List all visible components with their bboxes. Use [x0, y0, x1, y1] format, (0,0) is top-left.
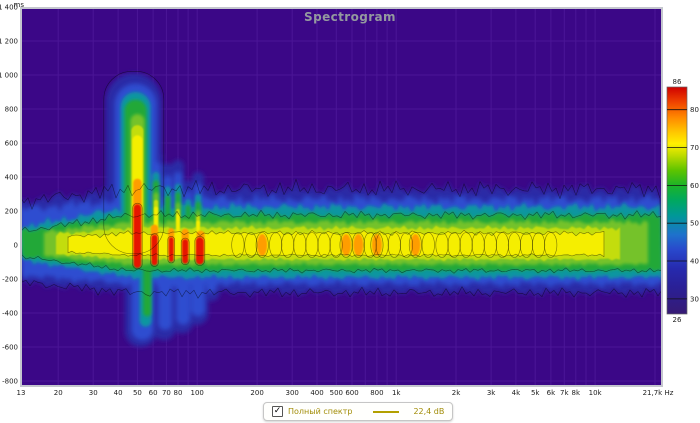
x-tick-label: 200 — [250, 389, 263, 397]
hotspot-oval — [257, 234, 267, 256]
x-tick-label: 4k — [512, 389, 521, 397]
plume-red — [152, 235, 158, 266]
plume-red — [169, 237, 174, 262]
x-tick-label: 20 — [54, 389, 63, 397]
x-tick-label: 50 — [133, 389, 142, 397]
y-tick-label: 1 400 — [0, 3, 18, 11]
x-tick-label: 8k — [572, 389, 581, 397]
y-tick-label: -800 — [2, 377, 18, 385]
x-tick-label: 13 — [17, 389, 26, 397]
colorbar-max-label: 86 — [673, 78, 682, 86]
x-tick-label: 800 — [370, 389, 383, 397]
y-axis-labels: 1 400 1 200 1 000 800 600 400 200 0 -200 -400 -600… — [0, 3, 18, 385]
colorbar-tick-label: 70 — [690, 144, 699, 152]
plume-red — [134, 204, 142, 268]
series-color-swatch — [373, 411, 399, 413]
x-tick-label: 3k — [487, 389, 496, 397]
hotspot-oval — [534, 234, 544, 256]
hotspot-oval — [497, 234, 507, 256]
y-tick-label: 200 — [5, 207, 18, 215]
x-axis-labels: 13 20 30 40 50 60 7080 100 200 300 400 500600 800 1k 2… — [17, 389, 674, 397]
y-tick-label: 800 — [5, 105, 18, 113]
x-tick-label: 40 — [114, 389, 123, 397]
hotspot-oval — [246, 234, 256, 256]
hotspot-oval — [437, 234, 447, 256]
x-tick-label: 7k — [560, 389, 569, 397]
y-tick-label: 1 200 — [0, 37, 18, 45]
colorbar-gradient — [667, 87, 687, 314]
hotspot-oval — [233, 234, 243, 256]
x-tick-label: 500 — [330, 389, 343, 397]
hotspot-oval — [461, 234, 471, 256]
colorbar-tick-label: 30 — [690, 295, 699, 303]
y-tick-label: 600 — [5, 139, 18, 147]
legend-series-label[interactable]: Полный спектр — [288, 403, 352, 420]
hotspot-oval — [372, 234, 382, 256]
hotspot-oval — [449, 234, 459, 256]
hotspot-oval — [295, 234, 305, 256]
y-tick-label: 400 — [5, 173, 18, 181]
legend: ✓ Полный спектр 22,4 dB — [263, 402, 453, 421]
colorbar-tick-label: 50 — [690, 220, 699, 228]
colorbar-tick-label: 40 — [690, 257, 699, 265]
plume-red — [196, 237, 204, 264]
x-tick-label: 10k — [589, 389, 603, 397]
x-tick-label: 300 — [286, 389, 299, 397]
colorbar-tick-label: 80 — [690, 106, 699, 114]
plume-yellow — [176, 214, 179, 236]
hotspot-oval — [423, 234, 433, 256]
y-tick-label: -400 — [2, 309, 18, 317]
x-tick-label: 21,7k Hz — [643, 389, 674, 397]
colorbar: 86 26 80 70 60 50 40 30 — [667, 78, 699, 324]
legend-value: 22,4 dB — [413, 403, 444, 420]
hotspot-oval — [522, 234, 532, 256]
spectrogram-canvas: Spectrogram ms 1 4001 2001 0008006004002… — [0, 0, 700, 423]
hotspot-oval — [485, 234, 495, 256]
hotspot-oval — [353, 234, 363, 256]
y-tick-label: -200 — [2, 275, 18, 283]
hotspot-oval — [389, 234, 399, 256]
plume-red — [182, 239, 188, 264]
hotspot-oval — [546, 234, 556, 256]
hotspot-oval — [509, 234, 519, 256]
x-tick-label: 5k — [531, 389, 540, 397]
hotspot-oval — [473, 234, 483, 256]
x-tick-label: 6k — [547, 389, 556, 397]
x-tick-label: 30 — [89, 389, 98, 397]
y-tick-label: 0 — [14, 241, 18, 249]
checkbox-check-icon: ✓ — [274, 407, 282, 416]
hotspot-oval — [307, 234, 317, 256]
colorbar-min-label: 26 — [673, 316, 682, 324]
hotspot-oval — [401, 234, 411, 256]
x-tick-label: 100 — [191, 389, 204, 397]
y-tick-label: 1 000 — [0, 71, 18, 79]
chart-title: Spectrogram — [304, 10, 396, 24]
x-tick-label: 600 — [345, 389, 358, 397]
x-tick-label: 1k — [392, 389, 401, 397]
hotspot-oval — [410, 234, 420, 256]
x-tick-label: 60 — [149, 389, 158, 397]
x-tick-label: 80 — [174, 389, 183, 397]
hotspot-oval — [319, 234, 329, 256]
colorbar-tick-label: 60 — [690, 182, 699, 190]
x-tick-label: 70 — [162, 389, 171, 397]
series-checkbox[interactable]: ✓ — [272, 406, 283, 417]
x-tick-label: 400 — [310, 389, 323, 397]
y-tick-label: -600 — [2, 343, 18, 351]
hotspot-oval — [271, 234, 281, 256]
x-tick-label: 2k — [452, 389, 461, 397]
hotspot-oval — [283, 234, 293, 256]
